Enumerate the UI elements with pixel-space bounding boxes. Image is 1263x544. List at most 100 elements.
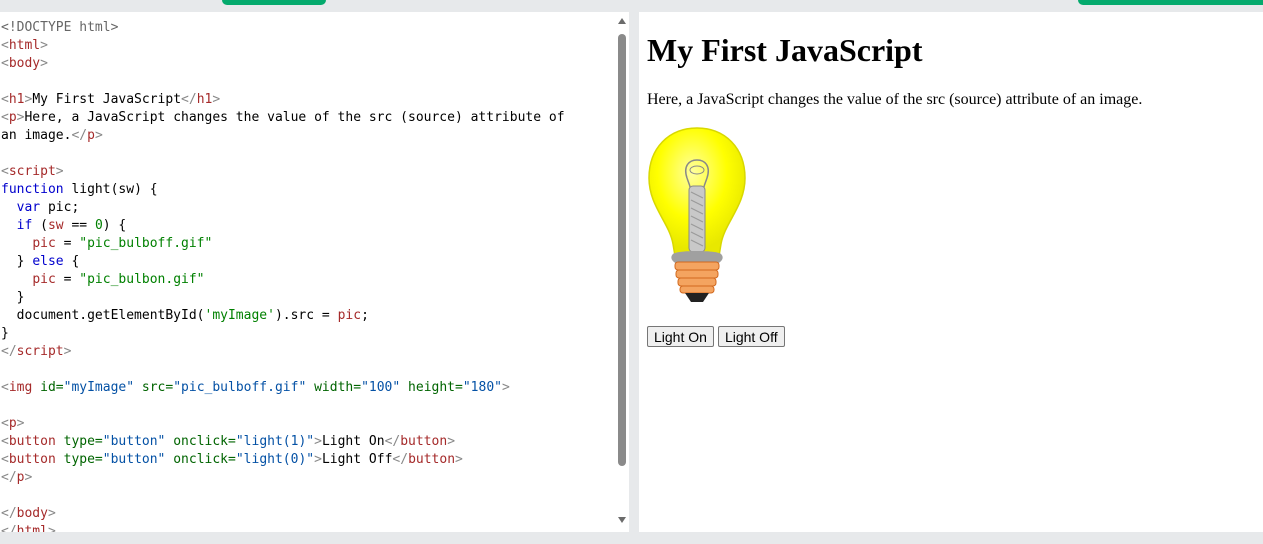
code-line: } else {	[1, 253, 601, 271]
code-line: <p>Here, a JavaScript changes the value …	[1, 109, 601, 127]
code-token: button	[408, 452, 456, 467]
code-line: <button type="button" onclick="light(0)"…	[1, 451, 601, 469]
code-token: <	[1, 434, 9, 449]
light-on-button[interactable]: Light On	[647, 326, 714, 347]
code-token: }	[1, 290, 25, 305]
code-token: body	[8, 56, 41, 71]
result-description: Here, a JavaScript changes the value of …	[647, 91, 1143, 108]
result-heading: My First JavaScript	[647, 32, 923, 68]
code-token: html	[16, 524, 48, 532]
code-token: <	[1, 92, 9, 107]
code-token: "180"	[462, 380, 502, 395]
code-token: type=	[55, 434, 103, 449]
code-token: {	[63, 254, 80, 269]
code-line: pic = "pic_bulbon.gif"	[1, 271, 601, 289]
code-token: >	[40, 38, 48, 53]
code-token: document.getElementById(	[1, 308, 205, 323]
code-token: Light On	[321, 434, 385, 449]
code-token: >	[94, 128, 103, 143]
code-token: <	[1, 380, 9, 395]
code-line: var pic;	[1, 199, 601, 217]
code-token: <	[1, 110, 9, 125]
code-token: }	[1, 254, 33, 269]
code-token: html	[8, 38, 41, 53]
code-token: an image.	[1, 128, 72, 143]
button-row: Light On Light Off	[647, 326, 1255, 347]
code-line: pic = "pic_bulboff.gif"	[1, 235, 601, 253]
code-token: </	[1, 506, 17, 521]
code-line: <!DOCTYPE html>	[1, 19, 601, 37]
code-token: onclick=	[165, 452, 236, 467]
code-token: type=	[55, 452, 103, 467]
light-off-button[interactable]: Light Off	[717, 326, 785, 347]
code-token: >	[455, 452, 463, 467]
code-token: ==	[63, 218, 95, 233]
scroll-up-arrow-icon[interactable]	[618, 18, 626, 24]
pane-divider[interactable]	[629, 12, 639, 532]
code-token: pic;	[40, 200, 80, 215]
result-tab-indicator[interactable]	[1078, 0, 1263, 5]
code-token: button	[8, 452, 56, 467]
code-token: </	[181, 92, 197, 107]
editor-scrollbar[interactable]	[615, 12, 629, 532]
code-token: p	[87, 128, 95, 143]
code-token: pic	[32, 236, 56, 251]
code-line: }	[1, 289, 601, 307]
code-line: if (sw == 0) {	[1, 217, 601, 235]
code-token: button	[8, 434, 56, 449]
code-token: script	[16, 344, 64, 359]
code-token: var	[16, 200, 41, 215]
code-token: <!DOCTYPE html>	[1, 20, 119, 35]
code-token: <	[1, 452, 9, 467]
code-token: Here, a JavaScript changes the value of …	[24, 110, 565, 125]
scrollbar-thumb[interactable]	[618, 34, 626, 466]
code-line: <h1>My First JavaScript</h1>	[1, 91, 601, 109]
code-token: "light(1)"	[235, 434, 315, 449]
code-token: }	[1, 326, 9, 341]
code-area[interactable]: <!DOCTYPE html> <html> <body> <h1>My First …	[1, 19, 601, 532]
code-token: "button"	[102, 452, 166, 467]
code-token: </	[1, 344, 17, 359]
code-token: p	[8, 416, 17, 431]
code-token: body	[16, 506, 48, 521]
code-token: <	[1, 164, 9, 179]
code-token: <	[1, 38, 9, 53]
code-token: >	[55, 164, 64, 179]
code-token: </	[384, 434, 401, 449]
bottom-bar	[0, 532, 1263, 544]
code-token: >	[63, 344, 72, 359]
code-line: <html>	[1, 37, 601, 55]
code-token: </	[1, 470, 17, 485]
code-token: >	[314, 434, 322, 449]
code-token: >	[16, 416, 25, 431]
code-token: <	[1, 416, 9, 431]
code-token: =	[55, 272, 80, 287]
code-token: 0	[94, 218, 103, 233]
code-token: "100"	[361, 380, 401, 395]
code-token: >	[314, 452, 322, 467]
code-token: src=	[134, 380, 174, 395]
code-token: h1	[196, 92, 213, 107]
code-token: "pic_bulbon.gif"	[79, 272, 205, 287]
code-token: height=	[400, 380, 463, 395]
run-tab-indicator[interactable]	[222, 0, 326, 5]
code-token: >	[40, 56, 48, 71]
code-editor[interactable]: <!DOCTYPE html> <html> <body> <h1>My First …	[0, 12, 629, 532]
scroll-down-arrow-icon[interactable]	[618, 517, 626, 523]
code-token: script	[8, 164, 56, 179]
code-token: light(sw) {	[63, 182, 158, 197]
code-token: >	[47, 524, 56, 532]
code-line: <img id="myImage" src="pic_bulboff.gif" …	[1, 379, 601, 397]
code-token: pic	[32, 272, 56, 287]
code-line: <button type="button" onclick="light(1)"…	[1, 433, 601, 451]
code-token: "pic_bulboff.gif"	[79, 236, 213, 251]
code-token: >	[212, 92, 221, 107]
code-token: </	[1, 524, 17, 532]
code-token: img	[8, 380, 33, 395]
code-token: ).src =	[274, 308, 338, 323]
